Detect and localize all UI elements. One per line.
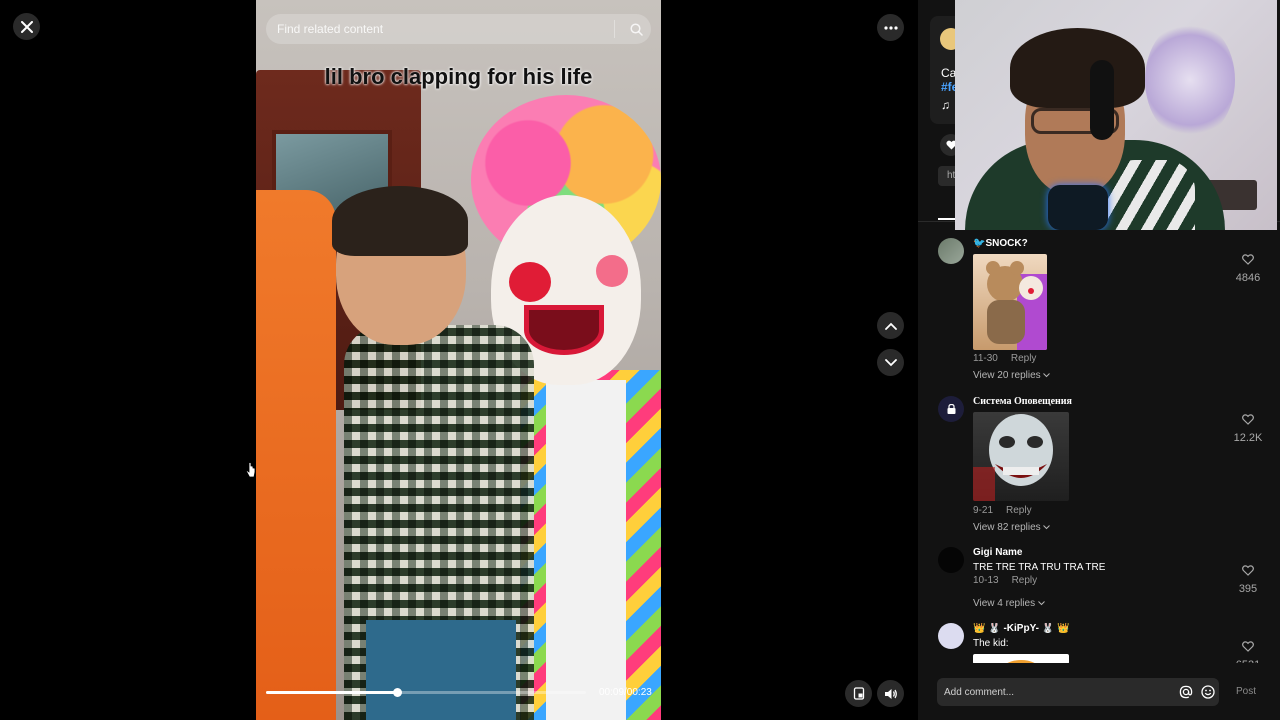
comment-like-button[interactable]: 6531 (1228, 639, 1268, 663)
lock-icon (947, 404, 955, 414)
related-search[interactable] (266, 14, 651, 44)
comment-meta: 9-21 Reply (973, 505, 1032, 516)
comment-like-count: 395 (1238, 583, 1258, 595)
view-replies-button[interactable]: View 4 replies (973, 598, 1045, 609)
comment-item: Система Оповещения 9-21 Reply View 82 rep… (938, 396, 1268, 546)
comment-input[interactable] (944, 686, 1175, 698)
heart-outline-icon (1242, 254, 1254, 265)
comment-item: Gigi Name TRE TRE TRA TRU TRA TRE 10-13 R… (938, 547, 1268, 617)
chevron-up-icon (884, 322, 897, 330)
search-input[interactable] (277, 22, 608, 36)
video-frame-clown-nose (509, 262, 551, 302)
chevron-down-icon (1043, 525, 1051, 530)
heart-outline-icon (1242, 414, 1254, 425)
comment-like-count: 12.2K (1233, 432, 1263, 444)
comment-image[interactable] (973, 412, 1069, 501)
next-video-button[interactable] (877, 349, 904, 376)
comment-text: The kid: (973, 638, 1009, 649)
search-divider (614, 20, 615, 38)
comment-date: 11-30 (973, 353, 998, 364)
view-replies-label: View 82 replies (973, 522, 1041, 533)
heart-outline-icon (1242, 565, 1254, 576)
chevron-down-icon (1043, 373, 1051, 378)
mouse-cursor-icon (245, 462, 256, 478)
comment-meta: 10-13 Reply (973, 575, 1037, 586)
reply-button[interactable]: Reply (1012, 575, 1038, 586)
video-frame-kid-pants (366, 620, 516, 720)
music-note-icon[interactable]: ♫ (941, 98, 950, 112)
commenter-avatar[interactable] (938, 623, 964, 649)
view-replies-label: View 4 replies (973, 598, 1036, 609)
mention-button[interactable] (1175, 685, 1197, 699)
close-icon (20, 20, 33, 33)
post-comment-button[interactable]: Post (1236, 686, 1256, 697)
chevron-down-icon (884, 358, 897, 366)
comment-like-count: 4846 (1235, 272, 1261, 284)
floating-player-icon (853, 687, 864, 700)
comment-date: 10-13 (973, 575, 999, 586)
view-replies-button[interactable]: View 82 replies (973, 522, 1051, 533)
comment-image[interactable] (973, 654, 1069, 663)
comment-like-button[interactable]: 12.2K (1228, 412, 1268, 444)
comment-text: TRE TRE TRA TRU TRA TRE (973, 562, 1106, 573)
comment-item: 🐦SNOCK? 11-30 Reply View 20 replies 4846 (938, 238, 1268, 388)
comment-like-button[interactable]: 4846 (1228, 252, 1268, 284)
view-replies-button[interactable]: View 20 replies (973, 370, 1051, 381)
commenter-name[interactable]: Система Оповещения (973, 396, 1072, 407)
commenter-avatar[interactable] (938, 396, 964, 422)
video-progress-bar[interactable] (266, 688, 586, 697)
video-frame-person (256, 190, 336, 720)
comment-composer[interactable] (937, 678, 1219, 706)
at-icon (1179, 685, 1193, 699)
heart-outline-icon (1242, 641, 1254, 652)
video-viewer: lil bro clapping for his life 00:09/00:2… (0, 0, 1280, 720)
commenter-avatar[interactable] (938, 547, 964, 573)
comment-meta: 11-30 Reply (973, 353, 1036, 364)
floating-player-button[interactable] (845, 680, 872, 707)
comment-image[interactable] (973, 254, 1047, 350)
comment-date: 9-21 (973, 505, 994, 516)
more-options-button[interactable] (877, 14, 904, 41)
view-replies-label: View 20 replies (973, 370, 1041, 381)
emoji-icon (1201, 685, 1215, 699)
chevron-down-icon (1038, 601, 1045, 606)
more-dots-icon (883, 25, 898, 30)
reply-button[interactable]: Reply (1006, 505, 1032, 516)
commenter-name[interactable]: 🐦SNOCK? (973, 238, 1028, 249)
comment-like-count: 6531 (1228, 659, 1268, 663)
video-frame-clown-mouth (524, 305, 604, 355)
video-frame-clown-cheek (596, 255, 628, 287)
video-time: 00:09/00:23 (599, 687, 652, 698)
video-player[interactable] (256, 0, 661, 720)
video-frame-clown-shirt (546, 380, 626, 720)
reply-button[interactable]: Reply (1011, 353, 1037, 364)
webcam-overlay (955, 0, 1277, 230)
search-icon[interactable] (621, 22, 651, 36)
previous-video-button[interactable] (877, 312, 904, 339)
volume-button[interactable] (877, 680, 904, 707)
comment-like-button[interactable]: 395 (1228, 563, 1268, 595)
close-button[interactable] (13, 13, 40, 40)
commenter-avatar[interactable] (938, 238, 964, 264)
emoji-button[interactable] (1197, 685, 1219, 699)
video-caption: lil bro clapping for his life (324, 64, 593, 89)
commenter-name[interactable]: 👑 🐰 -KiPpY- 🐰 👑 (973, 623, 1069, 634)
commenter-name[interactable]: Gigi Name (973, 547, 1022, 558)
volume-icon (884, 688, 897, 699)
comment-item: 👑 🐰 -KiPpY- 🐰 👑 The kid: 6531 (938, 623, 1268, 663)
video-progress-fill (266, 691, 398, 694)
video-frame-kid-hair (332, 186, 468, 256)
